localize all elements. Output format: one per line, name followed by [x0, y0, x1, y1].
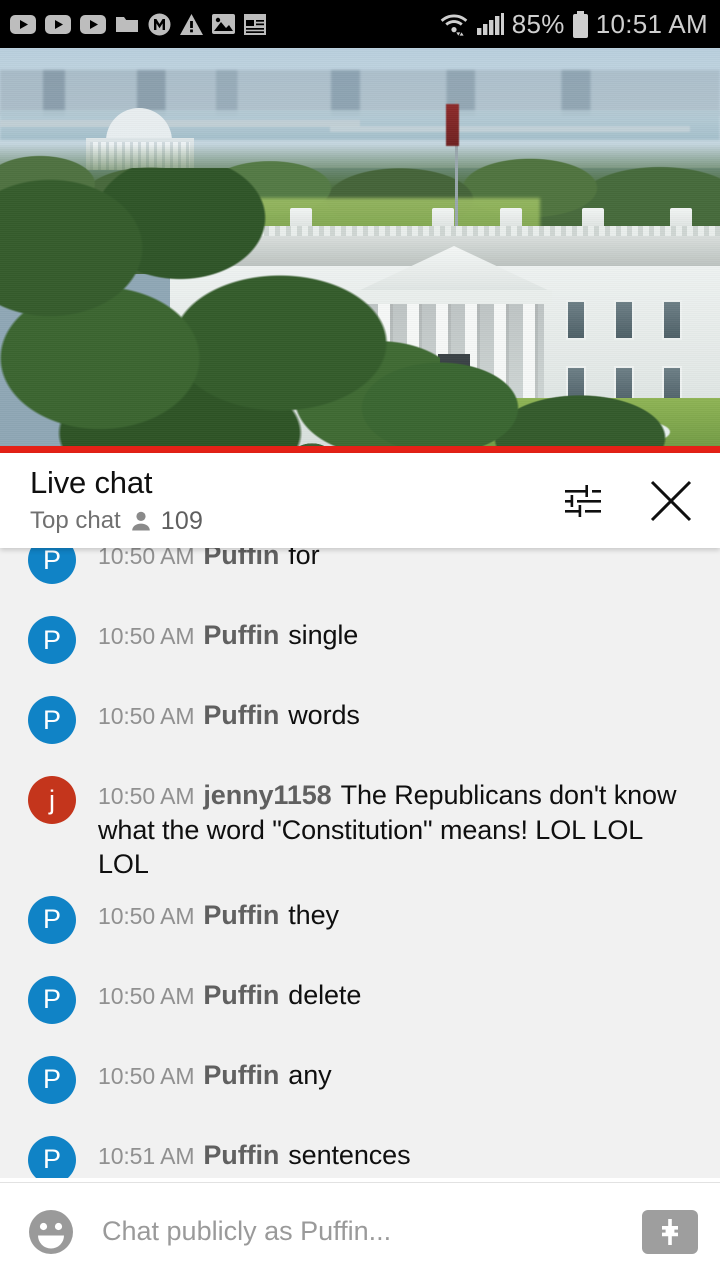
chat-message[interactable]: P 10:50 AM Puffin any — [0, 1042, 720, 1122]
message-timestamp: 10:50 AM — [98, 783, 195, 809]
warning-triangle-icon — [180, 13, 203, 35]
chat-message-body: 10:50 AM Puffin any — [98, 1042, 332, 1093]
chat-message[interactable]: P 10:51 AM Puffin sentences — [0, 1122, 720, 1178]
message-text: sentences — [288, 1139, 411, 1170]
youtube-live-chat-screen: 85% 10:51 AM Live chat Top chat 109 P 10… — [0, 0, 720, 1280]
avatar[interactable]: P — [28, 1135, 76, 1178]
message-author[interactable]: Puffin — [203, 700, 279, 730]
chat-message-list[interactable]: P 10:50 AM Puffin for P 10:50 AM Puffin single P… — [0, 548, 720, 1178]
chat-message[interactable]: P 10:50 AM Puffin they — [0, 882, 720, 962]
message-timestamp: 10:50 AM — [98, 982, 195, 1009]
youtube-icon — [10, 14, 36, 34]
avatar[interactable]: P — [28, 975, 76, 1024]
super-chat-button[interactable] — [642, 1209, 698, 1254]
chat-message-body: 10:50 AM jenny1158 The Republicans don't k… — [98, 762, 696, 882]
chat-message-body: 10:50 AM Puffin they — [98, 882, 339, 933]
person-icon — [131, 512, 150, 531]
message-text: single — [288, 620, 359, 650]
close-chat-button[interactable] — [648, 478, 694, 524]
message-author[interactable]: Puffin — [203, 548, 279, 570]
chat-mode-label: Top chat — [30, 507, 121, 535]
status-bar-system-icons: 85% 10:51 AM — [440, 9, 708, 39]
image-icon — [212, 14, 235, 34]
youtube-icon — [80, 14, 106, 34]
message-container: P 10:50 AM Puffin for P 10:50 AM Puffin single P… — [0, 548, 720, 1178]
chat-input[interactable] — [96, 1216, 624, 1247]
chat-message[interactable]: j 10:50 AM jenny1158 The Republicans don't … — [0, 762, 720, 882]
message-timestamp: 10:50 AM — [98, 703, 195, 729]
emoji-smiley-icon — [29, 1209, 73, 1254]
chat-mode-row[interactable]: Top chat 109 — [30, 507, 203, 536]
video-frame-whitehouse — [0, 48, 720, 453]
message-text: delete — [288, 979, 362, 1010]
message-text: words — [288, 700, 360, 730]
chat-message-body: 10:50 AM Puffin single — [98, 602, 358, 653]
chat-settings-button[interactable] — [562, 480, 604, 522]
close-x-icon — [650, 480, 692, 521]
message-author[interactable]: Puffin — [203, 980, 279, 1010]
avatar[interactable]: j — [28, 776, 76, 824]
live-chat-titles: Live chat Top chat 109 — [30, 465, 203, 536]
flag — [446, 104, 459, 146]
avatar[interactable]: P — [28, 696, 76, 744]
page-title: Live chat — [30, 465, 153, 501]
youtube-icon — [45, 14, 71, 34]
status-bar-notification-icons — [10, 13, 266, 36]
battery-icon — [572, 10, 588, 38]
video-progress-bar[interactable] — [0, 446, 720, 453]
chat-message-body: 10:50 AM Puffin for — [98, 548, 320, 573]
chat-message[interactable]: P 10:50 AM Puffin for — [0, 548, 720, 602]
foreground-trees-right — [360, 298, 720, 453]
maps-m-icon — [148, 13, 171, 35]
battery-percent-label: 85% — [511, 9, 565, 39]
emoji-picker-button[interactable] — [24, 1205, 78, 1259]
chat-input-bar — [0, 1182, 720, 1280]
message-author[interactable]: Puffin — [203, 900, 279, 930]
chat-message[interactable]: P 10:50 AM Puffin delete — [0, 962, 720, 1042]
wifi-icon — [440, 14, 468, 36]
message-text: any — [288, 1059, 332, 1090]
chat-message-body: 10:50 AM Puffin words — [98, 682, 360, 733]
message-author[interactable]: Puffin — [203, 1060, 279, 1090]
tune-sliders-icon — [565, 484, 601, 517]
avatar[interactable]: P — [28, 1055, 76, 1104]
message-author[interactable]: Puffin — [203, 1140, 279, 1170]
bridge — [330, 126, 690, 132]
avatar[interactable]: P — [28, 548, 76, 584]
message-timestamp: 10:51 AM — [98, 1142, 195, 1169]
message-timestamp: 10:50 AM — [98, 623, 195, 649]
live-chat-header: Live chat Top chat 109 — [0, 453, 720, 548]
message-timestamp: 10:50 AM — [98, 902, 195, 929]
avatar[interactable]: P — [28, 895, 76, 944]
clock-label: 10:51 AM — [595, 9, 708, 39]
chat-message[interactable]: P 10:50 AM Puffin words — [0, 682, 720, 762]
message-timestamp: 10:50 AM — [98, 548, 195, 569]
android-status-bar: 85% 10:51 AM — [0, 0, 720, 48]
dollar-sign-icon — [662, 1218, 678, 1245]
message-text: they — [288, 899, 339, 930]
viewer-count-label: 109 — [160, 506, 204, 535]
message-timestamp: 10:50 AM — [98, 1062, 195, 1089]
chat-message[interactable]: P 10:50 AM Puffin single — [0, 602, 720, 682]
message-author[interactable]: Puffin — [203, 620, 279, 650]
chat-message-body: 10:50 AM Puffin delete — [98, 962, 361, 1013]
folder-icon — [116, 17, 138, 32]
avatar[interactable]: P — [28, 616, 76, 664]
signal-bars-icon — [476, 13, 504, 35]
message-text: for — [288, 548, 320, 570]
video-player[interactable] — [0, 48, 720, 453]
message-author[interactable]: jenny1158 — [203, 780, 331, 810]
header-actions — [562, 478, 694, 524]
chat-message-body: 10:51 AM Puffin sentences — [98, 1122, 411, 1173]
news-icon — [244, 13, 266, 35]
video-progress-fill — [0, 446, 720, 453]
